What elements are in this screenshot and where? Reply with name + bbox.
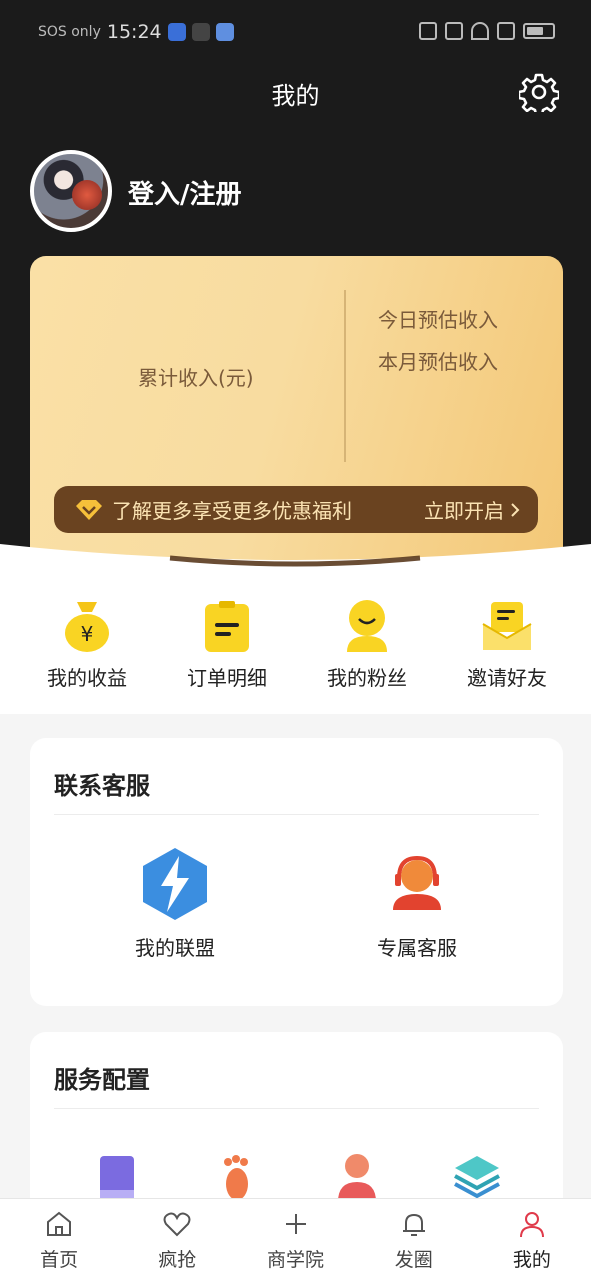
section-title: 服务配置 [54, 1066, 150, 1094]
status-bar: SOS only 15:24 [0, 0, 591, 66]
quick-action-earnings[interactable]: ¥ 我的收益 [17, 598, 157, 708]
layers-icon[interactable] [452, 1152, 502, 1202]
tab-flash-sale[interactable]: 疯抢 [118, 1199, 236, 1280]
notification-icon [191, 23, 210, 41]
tab-moments[interactable]: 发圈 [355, 1199, 473, 1280]
carrier-label: SOS only [38, 24, 101, 40]
person-icon[interactable] [332, 1152, 382, 1202]
quick-action-orders[interactable]: 订单明细 [157, 598, 297, 708]
tab-mine[interactable]: 我的 [473, 1199, 591, 1280]
curve-divider [0, 544, 591, 590]
wifi-icon [471, 22, 489, 40]
diamond-icon [76, 499, 102, 520]
open-now-button[interactable]: 立即开启 [424, 495, 504, 524]
my-alliance-button[interactable]: 我的联盟 [85, 846, 265, 961]
month-income-label: 本月预估收入 [378, 350, 498, 374]
svg-text:¥: ¥ [81, 622, 94, 646]
plus-icon [285, 1214, 306, 1234]
bell-icon [402, 1213, 425, 1236]
quick-actions: ¥ 我的收益 订单明细 我的粉丝 邀请好友 [0, 598, 591, 708]
nfc-icon [419, 22, 437, 40]
user-icon [519, 1212, 544, 1238]
login-register-link[interactable]: 登入/注册 [128, 174, 242, 211]
section-divider [54, 1108, 539, 1109]
earnings-card: 累计收入(元) 今日预估收入 本月预估收入 了解更多享受更多优惠福利 立即开启 [30, 256, 563, 586]
mail-app-icon [215, 23, 234, 41]
tab-label: 发圈 [394, 1249, 433, 1271]
service-label: 专属客服 [377, 936, 457, 960]
tab-home[interactable]: 首页 [0, 1199, 118, 1280]
money-bag-icon: ¥ [65, 602, 109, 652]
tab-business-school[interactable]: 商学院 [236, 1199, 354, 1280]
tab-label: 商学院 [267, 1249, 325, 1271]
total-income-label: 累计收入(元) [138, 366, 254, 390]
home-icon [47, 1211, 72, 1236]
clock: 15:24 [106, 21, 162, 43]
service-label: 我的联盟 [135, 936, 215, 960]
today-income-label: 今日预估收入 [378, 308, 498, 332]
lightning-hexagon-icon [143, 848, 207, 920]
chevron-right-icon [511, 502, 520, 517]
footprint-icon[interactable] [212, 1152, 262, 1202]
battery-icon [523, 23, 555, 39]
vibrate-icon [445, 22, 463, 40]
section-divider [54, 814, 539, 815]
quick-action-label: 邀请好友 [467, 666, 547, 690]
card-divider [344, 290, 346, 462]
tab-label: 我的 [512, 1249, 551, 1271]
quick-action-label: 订单明细 [187, 666, 267, 690]
page-title: 我的 [271, 82, 320, 110]
envelope-icon [482, 602, 532, 650]
book-icon[interactable] [92, 1152, 142, 1202]
clipboard-icon [205, 601, 249, 652]
vip-promo-bar[interactable]: 了解更多享受更多优惠福利 立即开启 [54, 486, 538, 533]
shield-icon [167, 23, 186, 41]
headset-agent-icon [393, 855, 441, 910]
section-title: 联系客服 [54, 772, 150, 800]
bottom-tab-bar: 首页 疯抢 商学院 发圈 我的 [0, 1198, 591, 1280]
contact-service-panel: 联系客服 我的联盟 专属客服 [30, 738, 563, 1006]
settings-gear-icon[interactable] [519, 72, 559, 112]
dedicated-service-button[interactable]: 专属客服 [327, 846, 507, 961]
promo-text: 了解更多享受更多优惠福利 [112, 499, 352, 523]
avatar[interactable] [30, 150, 112, 232]
tab-label: 首页 [40, 1249, 79, 1271]
sim-icon [497, 22, 515, 40]
quick-action-label: 我的粉丝 [327, 666, 407, 690]
quick-action-fans[interactable]: 我的粉丝 [297, 598, 437, 708]
quick-action-invite[interactable]: 邀请好友 [437, 598, 577, 708]
heart-icon [163, 1212, 191, 1237]
fan-user-icon [347, 600, 387, 652]
quick-action-label: 我的收益 [47, 666, 127, 690]
tab-label: 疯抢 [158, 1249, 197, 1271]
